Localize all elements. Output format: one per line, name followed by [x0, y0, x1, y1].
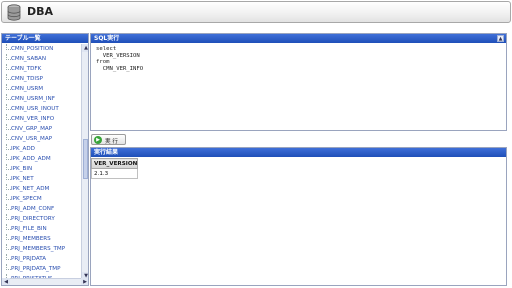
table-list-item[interactable]: IPK_NET_ADM	[2, 184, 81, 194]
table-list[interactable]: CMN_POSITION CMN_SABAN CMN_TDFK CMN_TDISP CM…	[2, 44, 81, 280]
scroll-up-icon[interactable]: ▲	[82, 44, 88, 52]
table-list-item[interactable]: PRJ_PRJDATA_TMP	[2, 264, 81, 274]
run-button[interactable]: ▶ 実 行	[91, 134, 126, 145]
result-column-header[interactable]: VER_VERSION	[90, 158, 139, 169]
table-list-item[interactable]: CMN_USRM	[2, 84, 81, 94]
table-list-item[interactable]: PRJ_DIRECTORY	[2, 214, 81, 224]
table-list-item[interactable]: PRJ_ADM_CONF	[2, 204, 81, 214]
table-list-item[interactable]: PRJ_PRJDATA	[2, 254, 81, 264]
database-icon	[7, 4, 21, 21]
result-cell: 2.1.3	[90, 168, 139, 179]
scrollbar-thumb[interactable]	[83, 139, 88, 179]
run-button-label: 実 行	[105, 139, 118, 145]
table-list-item[interactable]: CMN_TDISP	[2, 74, 81, 84]
table-list-vertical-scrollbar[interactable]: ▲ ▼	[81, 44, 88, 280]
table-list-item[interactable]: PRJ_FILE_BIN	[2, 224, 81, 234]
result-table: VER_VERSION 2.1.3	[90, 158, 139, 179]
table-list-item[interactable]: IPK_ADD_ADM	[2, 154, 81, 164]
table-list-item[interactable]: IPK_ADD	[2, 144, 81, 154]
table-list-item[interactable]: CMN_POSITION	[2, 44, 81, 54]
table-list-item[interactable]: CMN_USR_INOUT	[2, 104, 81, 114]
table-list-item[interactable]: CMN_VER_INFO	[2, 114, 81, 124]
table-list-item[interactable]: CNV_GRP_MAP	[2, 124, 81, 134]
table-list-item[interactable]: CMN_USRM_INF	[2, 94, 81, 104]
play-icon: ▶	[94, 136, 102, 144]
result-row: 2.1.3	[90, 168, 139, 179]
table-list-item[interactable]: PRJ_MEMBERS	[2, 234, 81, 244]
sql-line: CMN_VER_INFO	[96, 65, 144, 72]
table-list-item[interactable]: PRJ_MEMBERS_TMP	[2, 244, 81, 254]
table-list-panel: テーブル一覧 CMN_POSITION CMN_SABAN CMN_TDFK CMN_…	[1, 33, 89, 286]
scroll-left-icon[interactable]: ◀	[2, 278, 10, 285]
table-list-header: テーブル一覧	[2, 34, 88, 43]
result-panel-header: 実行結果	[91, 148, 506, 157]
app-header: DBA	[1, 1, 511, 23]
table-list-item[interactable]: CMN_TDFK	[2, 64, 81, 74]
app-title: DBA	[27, 5, 54, 18]
table-list-item[interactable]: IPK_BIN	[2, 164, 81, 174]
collapse-icon[interactable]: ▲	[497, 35, 504, 42]
result-panel: 実行結果 VER_VERSION 2.1.3	[90, 147, 507, 286]
sql-panel-header: SQL実行	[91, 34, 506, 43]
table-list-horizontal-scrollbar[interactable]: ◀ ▶	[2, 278, 88, 285]
sql-panel: SQL実行 ▲ select VER_VERSION from CMN_VER_I…	[90, 33, 507, 131]
table-list-item[interactable]: CMN_SABAN	[2, 54, 81, 64]
table-list-item[interactable]: IPK_NET	[2, 174, 81, 184]
table-list-item[interactable]: IPK_SPECM	[2, 194, 81, 204]
table-list-item[interactable]: CNV_USR_MAP	[2, 134, 81, 144]
scroll-right-icon[interactable]: ▶	[81, 278, 88, 285]
sql-editor[interactable]: select VER_VERSION from CMN_VER_INFO	[96, 46, 143, 72]
